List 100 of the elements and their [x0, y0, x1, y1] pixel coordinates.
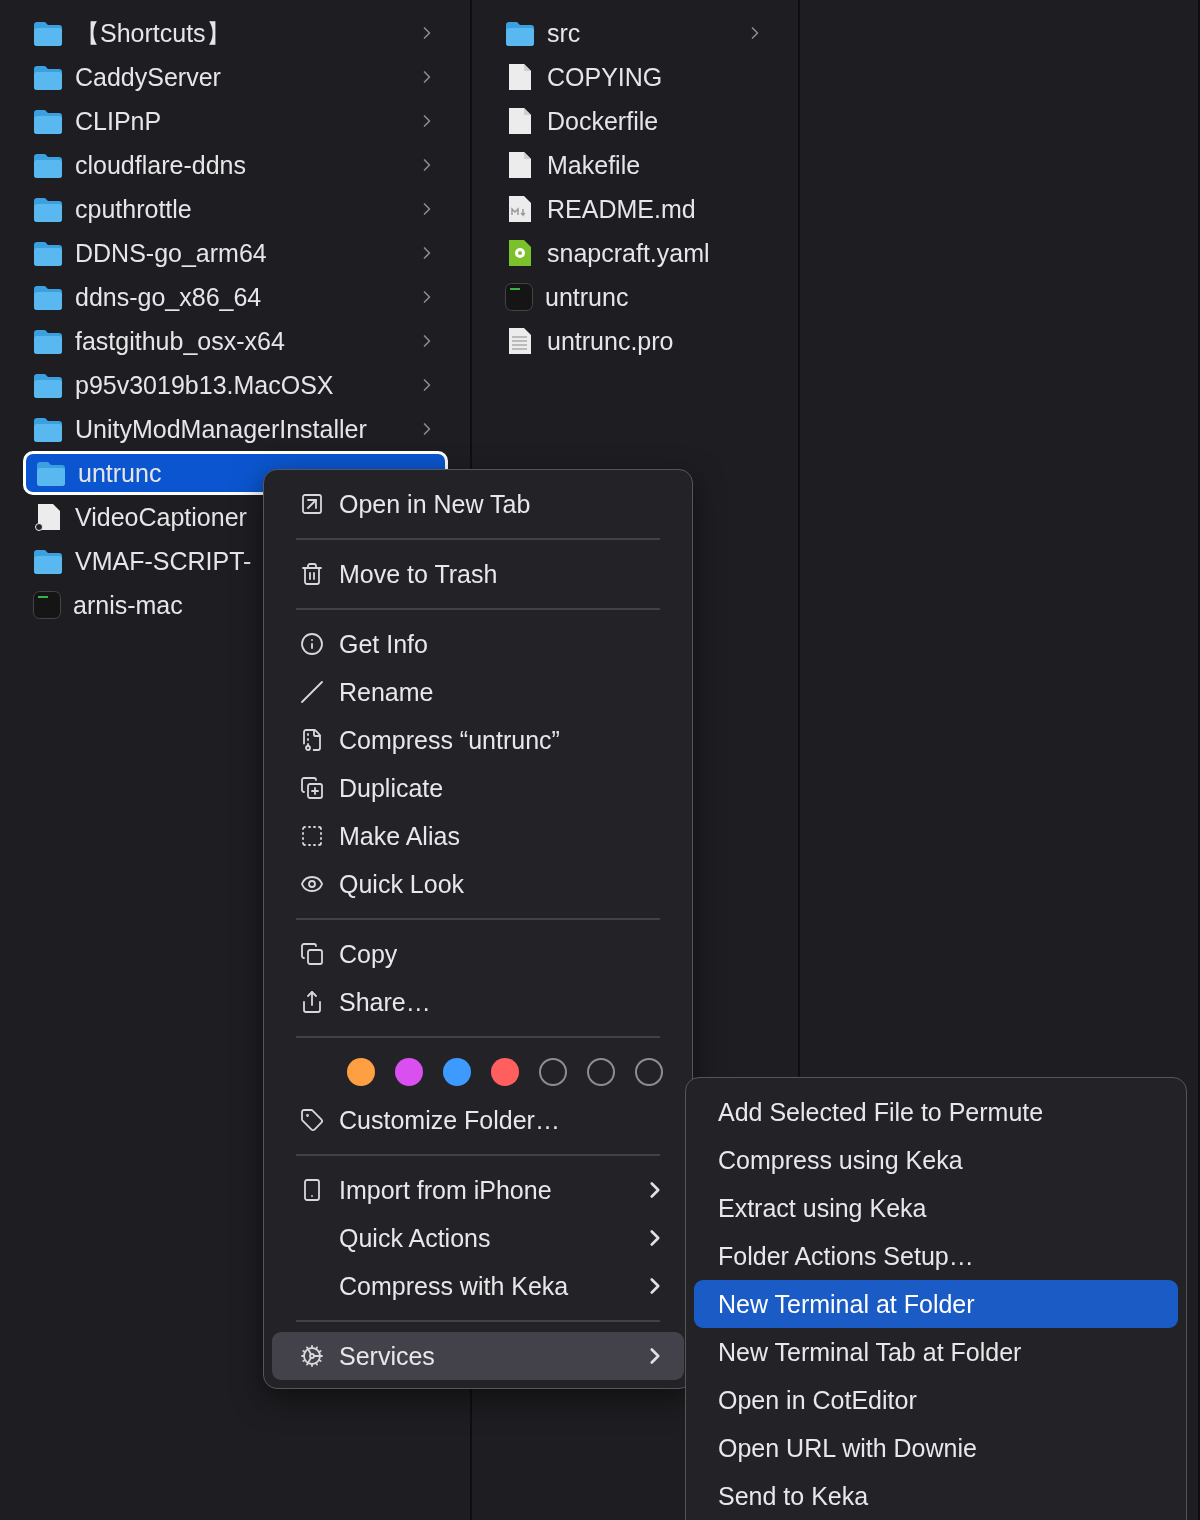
file-row[interactable]: src [498, 11, 773, 55]
folder-icon [33, 196, 63, 222]
file-name: UnityModManagerInstaller [75, 414, 367, 444]
file-name: untrunc.pro [547, 326, 674, 356]
file-row[interactable]: CLIPnP [26, 99, 445, 143]
file-row[interactable]: fastgithub_osx-x64 [26, 319, 445, 363]
menu-item[interactable]: Share… [272, 978, 684, 1026]
menu-item[interactable]: Folder Actions Setup… [694, 1232, 1178, 1280]
file-name: untrunc [545, 282, 629, 312]
file-row[interactable]: CaddyServer [26, 55, 445, 99]
menu-item[interactable]: Copy [272, 930, 684, 978]
file-name: untrunc [78, 458, 162, 488]
alias-document-icon [35, 503, 61, 531]
folder-icon [33, 328, 63, 354]
folder-icon [33, 20, 63, 46]
menu-item[interactable]: Add Selected File to Permute [694, 1088, 1178, 1136]
file-name: 【Shortcuts】 [75, 17, 231, 49]
file-name: cputhrottle [75, 194, 192, 224]
folder-icon [33, 152, 63, 178]
folder-icon [33, 284, 63, 310]
menu-item[interactable]: Open in CotEditor [694, 1376, 1178, 1424]
gears-icon [300, 1344, 324, 1368]
gear-document-icon [508, 239, 532, 267]
file-name: Dockerfile [547, 106, 659, 136]
menu-item[interactable]: Compress using Keka [694, 1136, 1178, 1184]
file-name: CaddyServer [75, 62, 221, 92]
duplicate-icon [300, 776, 324, 800]
file-name: cloudflare-ddns [75, 150, 246, 180]
empty-tag-circle[interactable] [587, 1058, 615, 1086]
empty-tag-circle[interactable] [635, 1058, 663, 1086]
file-name: CLIPnP [75, 106, 162, 136]
file-row[interactable]: ddns-go_x86_64 [26, 275, 445, 319]
folder-icon [33, 416, 63, 442]
folder-icon [33, 548, 63, 574]
file-row[interactable]: Dockerfile [498, 99, 773, 143]
menu-item[interactable]: Extract using Keka [694, 1184, 1178, 1232]
folder-icon [36, 460, 66, 486]
menu-item[interactable]: Quick Look [272, 860, 684, 908]
file-row[interactable]: Makefile [498, 143, 773, 187]
document-icon [508, 151, 532, 179]
menu-item[interactable]: Import from iPhone [272, 1166, 684, 1214]
file-row[interactable]: COPYING [498, 55, 773, 99]
terminal-icon [33, 591, 61, 619]
file-name: Makefile [547, 150, 641, 180]
folder-icon [33, 108, 63, 134]
menu-item[interactable]: New Terminal at Folder [694, 1280, 1178, 1328]
tag-icon [300, 1108, 324, 1132]
archive-icon [300, 728, 324, 752]
tag-dot[interactable] [347, 1058, 375, 1086]
menu-item[interactable]: New Terminal Tab at Folder [694, 1328, 1178, 1376]
file-row[interactable]: untrunc.pro [498, 319, 773, 363]
empty-tag-circle[interactable] [539, 1058, 567, 1086]
folder-icon [33, 372, 63, 398]
menu-item[interactable]: Services [272, 1332, 684, 1380]
file-row[interactable]: p95v3019b13.MacOSX [26, 363, 445, 407]
file-name: arnis-mac [73, 590, 183, 620]
file-name: ddns-go_x86_64 [75, 282, 262, 312]
menu-item[interactable]: Quick Actions [272, 1214, 684, 1262]
tag-dot[interactable] [395, 1058, 423, 1086]
file-name: p95v3019b13.MacOSX [75, 370, 334, 400]
alias-icon [300, 824, 324, 848]
file-name: VMAF-SCRIPT- [75, 546, 252, 576]
folder-icon [33, 240, 63, 266]
menu-item[interactable]: Duplicate [272, 764, 684, 812]
file-name: src [547, 18, 581, 48]
menu-item[interactable]: Open URL with Downie [694, 1424, 1178, 1472]
tag-dot[interactable] [491, 1058, 519, 1086]
file-row[interactable]: README.md [498, 187, 773, 231]
tag-dot[interactable] [443, 1058, 471, 1086]
file-row[interactable]: cputhrottle [26, 187, 445, 231]
trash-icon [300, 562, 324, 586]
file-name: README.md [547, 194, 696, 224]
file-row[interactable]: UnityModManagerInstaller [26, 407, 445, 451]
menu-item[interactable]: Compress “untrunc” [272, 716, 684, 764]
file-row[interactable]: 【Shortcuts】 [26, 11, 445, 55]
terminal-icon [505, 283, 533, 311]
open-tab-icon [300, 492, 324, 516]
file-name: fastgithub_osx-x64 [75, 326, 285, 356]
document-icon [508, 63, 532, 91]
info-icon [300, 632, 324, 656]
file-row[interactable]: untrunc [498, 275, 773, 319]
copy-icon [300, 942, 324, 966]
menu-item[interactable]: Send to Keka [694, 1472, 1178, 1520]
document-icon [508, 107, 532, 135]
menu-item[interactable]: Make Alias [272, 812, 684, 860]
file-row[interactable]: snapcraft.yaml [498, 231, 773, 275]
file-name: snapcraft.yaml [547, 238, 710, 268]
text-document-icon [508, 327, 532, 355]
share-icon [300, 990, 324, 1014]
menu-item[interactable]: Customize Folder… [272, 1096, 684, 1144]
file-name: DDNS-go_arm64 [75, 238, 267, 268]
menu-item[interactable]: Compress with Keka [272, 1262, 684, 1310]
file-row[interactable]: cloudflare-ddns [26, 143, 445, 187]
markdown-document-icon [508, 195, 532, 223]
menu-item[interactable]: Rename [272, 668, 684, 716]
folder-icon [505, 20, 535, 46]
file-name: COPYING [547, 62, 663, 92]
file-name: VideoCaptioner [75, 502, 247, 532]
file-row[interactable]: DDNS-go_arm64 [26, 231, 445, 275]
folder-icon [33, 64, 63, 90]
